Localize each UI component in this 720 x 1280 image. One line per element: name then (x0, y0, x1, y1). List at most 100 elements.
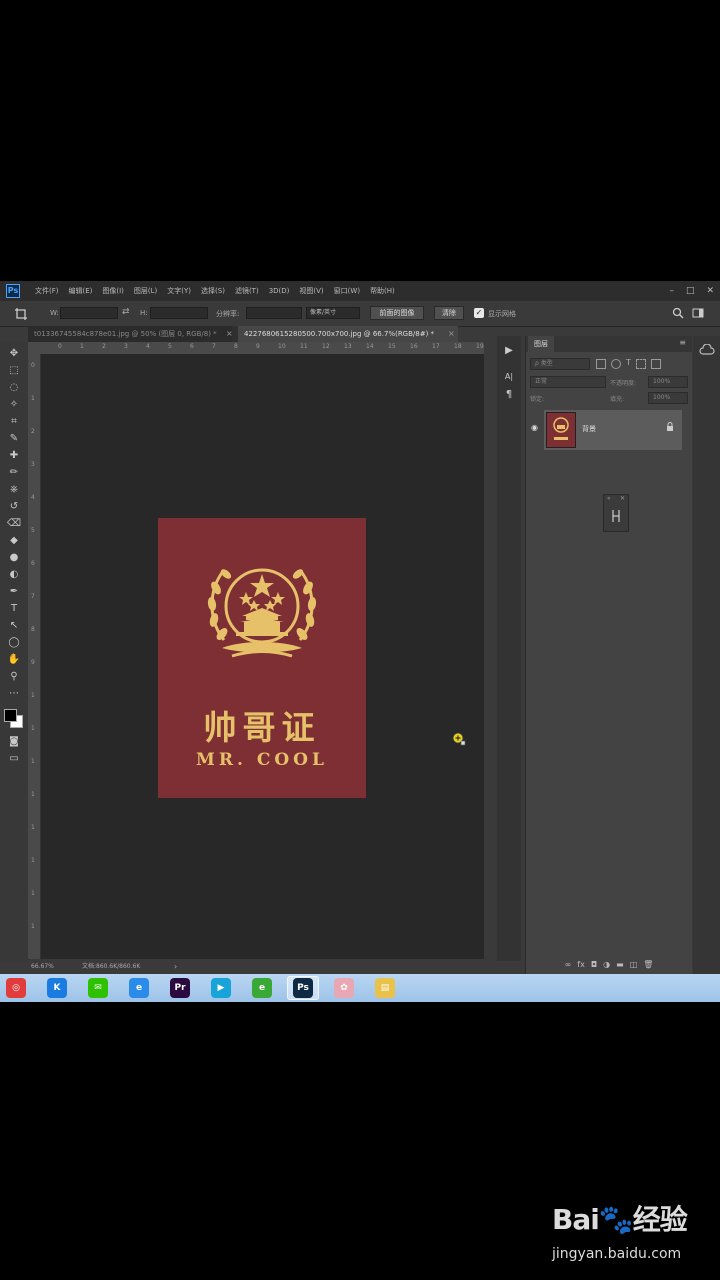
status-menu-arrow[interactable]: › (174, 960, 177, 974)
search-icon[interactable] (672, 307, 684, 319)
menu-items: 文件(F) 编辑(E) 图像(I) 图层(L) 文字(Y) 选择(S) 滤镜(T… (30, 281, 400, 301)
menu-image[interactable]: 图像(I) (97, 281, 129, 301)
new-group-icon[interactable]: ▬ (616, 960, 624, 969)
eyedropper-tool-icon[interactable]: ✎ (6, 431, 22, 447)
crop-options-icon[interactable] (14, 307, 28, 321)
quick-mask-icon[interactable]: ◙ (6, 734, 22, 750)
maximize-icon[interactable]: □ (686, 281, 695, 301)
play-icon[interactable]: ▶ (502, 344, 516, 358)
resolution-field[interactable] (246, 307, 302, 319)
clear-button[interactable]: 清除 (434, 306, 464, 320)
pen-tool-icon[interactable]: ✒ (6, 584, 22, 600)
layer-style-icon[interactable]: fx (577, 960, 585, 969)
menu-layer[interactable]: 图层(L) (129, 281, 162, 301)
menu-3d[interactable]: 3D(D) (264, 281, 295, 301)
history-brush-tool-icon[interactable]: ↺ (6, 499, 22, 515)
wechat-icon: ✉ (88, 978, 108, 998)
path-select-tool-icon[interactable]: ↖ (6, 618, 22, 634)
shape-tool-icon[interactable]: ◯ (6, 635, 22, 651)
tab-layers[interactable]: 图层 (528, 336, 554, 352)
taskbar-wechat[interactable]: ✉ (82, 976, 114, 1000)
taskbar-player[interactable]: ▶ (205, 976, 237, 1000)
layer-row-background[interactable]: 背景 (544, 410, 682, 450)
dodge-tool-icon[interactable]: ◐ (6, 567, 22, 583)
taskbar-premiere[interactable]: Pr (164, 976, 196, 1000)
healing-tool-icon[interactable]: ✚ (6, 448, 22, 464)
taskbar-browser[interactable]: e (246, 976, 278, 1000)
tab-close-icon[interactable]: × (226, 326, 233, 342)
minimize-icon[interactable]: – (669, 281, 674, 301)
link-layers-icon[interactable]: ∞ (565, 960, 572, 969)
lock-icon[interactable] (666, 422, 674, 434)
taskbar-paint[interactable]: ✿ (328, 976, 360, 1000)
opacity-field[interactable]: 100% (648, 376, 688, 388)
taskbar-folder[interactable]: ▤ (369, 976, 401, 1000)
menu-edit[interactable]: 编辑(E) (64, 281, 98, 301)
menu-file[interactable]: 文件(F) (30, 281, 64, 301)
move-tool-icon[interactable]: ✥ (6, 346, 22, 362)
screen-mode-icon[interactable]: ▭ (6, 751, 22, 767)
tab-document-2[interactable]: 4227680615280500.700x700.jpg @ 66.7%(RGB… (238, 326, 458, 342)
more-tools-icon[interactable]: ⋯ (6, 686, 22, 702)
zoom-tool-icon[interactable]: ⚲ (6, 669, 22, 685)
tab-document-1[interactable]: t01336745584c878e01.jpg @ 50% (图层 0, RGB… (28, 326, 232, 342)
menu-view[interactable]: 视图(V) (294, 281, 328, 301)
layer-name[interactable]: 背景 (582, 424, 596, 434)
layer-filter-search[interactable]: ρ 类型 (530, 358, 590, 370)
document-image[interactable]: 帅哥证 MR. COOL (158, 518, 366, 798)
zoom-level[interactable]: 66.67% (31, 960, 54, 974)
menu-filter[interactable]: 滤镜(T) (230, 281, 264, 301)
type-tool-icon[interactable]: T (6, 601, 22, 617)
paragraph-icon[interactable]: ¶ (502, 388, 516, 402)
close-icon[interactable]: ✕ (706, 281, 714, 301)
adjustment-layer-icon[interactable]: ◑ (603, 960, 610, 969)
properties-icon[interactable] (610, 509, 622, 523)
stamp-tool-icon[interactable]: ⎈ (6, 482, 22, 498)
taskbar-kugou[interactable]: K (41, 976, 73, 1000)
filter-shape-icon[interactable] (635, 359, 646, 369)
menu-help[interactable]: 帮助(H) (365, 281, 400, 301)
filter-type-icon[interactable]: T (626, 358, 631, 370)
swap-icon[interactable]: ⇄ (122, 307, 130, 317)
blur-tool-icon[interactable]: ● (6, 550, 22, 566)
filter-pixel-icon[interactable] (596, 359, 606, 369)
marquee-tool-icon[interactable]: ⬚ (6, 363, 22, 379)
ruler-vertical[interactable]: 0 1 2 3 4 5 6 7 8 9 1 1 1 1 1 1 1 1 (28, 354, 41, 959)
menu-type[interactable]: 文字(Y) (162, 281, 196, 301)
height-field[interactable] (150, 307, 208, 319)
new-layer-icon[interactable]: ◫ (630, 960, 638, 969)
eraser-tool-icon[interactable]: ⌫ (6, 516, 22, 532)
foreground-color-swatch[interactable] (4, 709, 17, 722)
taskbar-photoshop[interactable]: Ps (287, 976, 319, 1000)
eye-icon[interactable]: ◉ (531, 423, 538, 432)
tab-close-icon[interactable]: × (448, 326, 455, 342)
layer-mask-icon[interactable]: ◘ (591, 960, 597, 969)
brush-tool-icon[interactable]: ✏ (6, 465, 22, 481)
menu-window[interactable]: 窗口(W) (329, 281, 365, 301)
close-icon[interactable]: ✕ (620, 495, 625, 502)
character-icon[interactable]: A| (502, 370, 516, 384)
front-image-button[interactable]: 前面的图像 (370, 306, 424, 320)
canvas-area[interactable]: 帅哥证 MR. COOL (41, 354, 484, 959)
fill-field[interactable]: 100% (648, 392, 688, 404)
magic-wand-tool-icon[interactable]: ✧ (6, 397, 22, 413)
blend-mode-select[interactable]: 正常 (530, 376, 606, 388)
taskbar-netease-music[interactable]: ◎ (0, 976, 32, 1000)
trash-icon[interactable]: 🗑 (643, 960, 653, 969)
cloud-icon[interactable] (699, 344, 715, 356)
width-field[interactable] (60, 307, 118, 319)
unit-select[interactable]: 像素/英寸 (306, 307, 360, 319)
paint-bucket-tool-icon[interactable]: ◆ (6, 533, 22, 549)
taskbar-ie[interactable]: e (123, 976, 155, 1000)
hand-tool-icon[interactable]: ✋ (6, 652, 22, 668)
filter-adjust-icon[interactable] (611, 359, 621, 369)
workspace-icon[interactable] (692, 307, 704, 319)
floating-mini-panel[interactable]: « ✕ (603, 494, 629, 532)
panel-menu-icon[interactable]: ≡ (679, 338, 686, 347)
lasso-tool-icon[interactable]: ◌ (6, 380, 22, 396)
menu-select[interactable]: 选择(S) (196, 281, 230, 301)
collapse-icon[interactable]: « (607, 495, 611, 502)
crop-tool-icon[interactable]: ⌗ (6, 414, 22, 430)
filter-smart-icon[interactable] (650, 359, 661, 369)
show-grid-checkbox[interactable]: ✓ (474, 308, 484, 318)
